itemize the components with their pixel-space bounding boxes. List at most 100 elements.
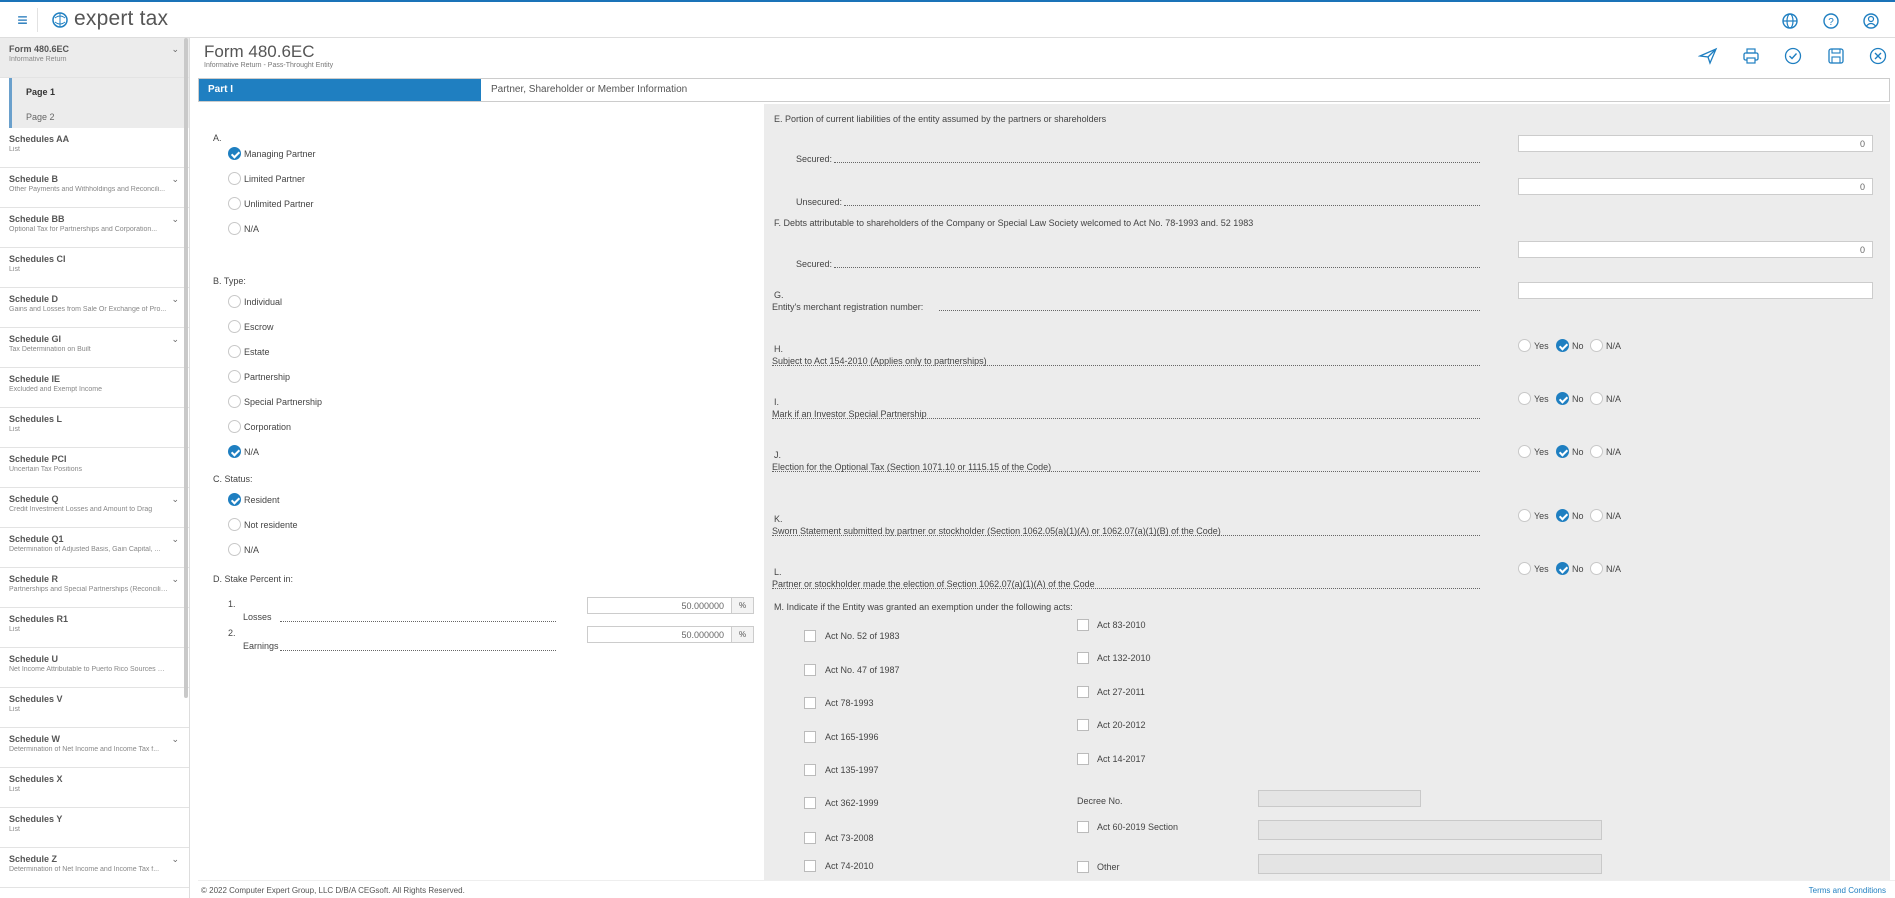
radio-j-yes[interactable] [1518, 445, 1531, 458]
checkbox-act-27-2011[interactable] [1077, 686, 1089, 698]
sidebar-item-schedule-bb[interactable]: Schedule BB Optional Tax for Partnerships… [0, 208, 189, 248]
radio-b-partnership[interactable] [228, 370, 241, 383]
radio-b-corporation[interactable] [228, 420, 241, 433]
radio-a-unlimited-partner[interactable] [228, 197, 241, 210]
checkbox-act-135-1997[interactable] [804, 764, 816, 776]
radio-c-n-a[interactable] [228, 543, 241, 556]
checkbox-act-74-2010[interactable] [804, 860, 816, 872]
sidebar-scrollbar[interactable] [184, 38, 188, 698]
chevron-down-icon[interactable]: ⌄ [171, 334, 179, 345]
sidebar-item-schedule-pci[interactable]: Schedule PCI Uncertain Tax Positions [0, 448, 189, 488]
check-icon[interactable] [1783, 46, 1803, 66]
chevron-down-icon[interactable]: ⌄ [171, 494, 179, 505]
close-icon[interactable] [1868, 46, 1888, 66]
radio-b-n-a[interactable] [228, 445, 241, 458]
sidebar-page-1[interactable]: Page 1 [9, 78, 189, 103]
radio-b-escrow[interactable] [228, 320, 241, 333]
checkbox-act-14-2017[interactable] [1077, 753, 1089, 765]
sidebar-item-schedules-r1[interactable]: Schedules R1 List [0, 608, 189, 648]
radio-i-yes[interactable] [1518, 392, 1531, 405]
radio-i-n-a[interactable] [1590, 392, 1603, 405]
chevron-down-icon[interactable]: ⌄ [171, 734, 179, 745]
checkbox-act-362-1999[interactable] [804, 797, 816, 809]
sidebar-item-schedules-ci[interactable]: Schedules CI List [0, 248, 189, 288]
radio-a-managing-partner[interactable] [228, 147, 241, 160]
radio-h-yes[interactable] [1518, 339, 1531, 352]
checkbox-act-20-2012[interactable] [1077, 719, 1089, 731]
sidebar-item-schedule-q1[interactable]: Schedule Q1 Determination of Adjusted Bas… [0, 528, 189, 568]
terms-link[interactable]: Terms and Conditions [1809, 886, 1886, 895]
checkbox-act-no-52-of-1983[interactable] [804, 630, 816, 642]
sidebar-item-schedule-d[interactable]: Schedule D Gains and Losses from Sale Or … [0, 288, 189, 328]
radio-a-n-a[interactable] [228, 222, 241, 235]
checkbox-act-73-2008[interactable] [804, 832, 816, 844]
chevron-down-icon[interactable]: ⌄ [171, 44, 179, 55]
sidebar-page-2[interactable]: Page 2 [9, 103, 189, 128]
radio-k-yes[interactable] [1518, 509, 1531, 522]
sidebar-item-schedules-aa[interactable]: Schedules AA List [0, 128, 189, 168]
globe-icon[interactable] [1780, 11, 1800, 31]
stake-losses-input[interactable]: 50.000000 [587, 597, 732, 614]
print-icon[interactable] [1741, 46, 1761, 66]
dotted-leader [772, 588, 1480, 589]
e-secured-input[interactable]: 0 [1518, 135, 1873, 152]
radio-a-limited-partner[interactable] [228, 172, 241, 185]
user-icon[interactable] [1861, 11, 1881, 31]
chevron-down-icon[interactable]: ⌄ [171, 574, 179, 585]
checkbox-act-83-2010[interactable] [1077, 619, 1089, 631]
chevron-down-icon[interactable]: ⌄ [171, 854, 179, 865]
checkbox-other[interactable] [1077, 861, 1089, 873]
radio-l-n-a[interactable] [1590, 562, 1603, 575]
chevron-down-icon[interactable]: ⌄ [171, 534, 179, 545]
e-unsecured-input[interactable]: 0 [1518, 178, 1873, 195]
radio-j-n-a[interactable] [1590, 445, 1603, 458]
act60-section-input[interactable] [1258, 820, 1602, 840]
sidebar-item-schedule-w[interactable]: Schedule W Determination of Net Income an… [0, 728, 189, 768]
radio-l-yes[interactable] [1518, 562, 1531, 575]
sidebar-item-schedule-gi[interactable]: Schedule GI Tax Determination on Built ⌄ [0, 328, 189, 368]
radio-k-no[interactable] [1556, 509, 1569, 522]
other-input[interactable] [1258, 854, 1602, 874]
stake-earnings-input[interactable]: 50.000000 [587, 626, 732, 643]
help-icon[interactable]: ? [1821, 11, 1841, 31]
radio-c-not-residente[interactable] [228, 518, 241, 531]
sidebar-item-schedules-v[interactable]: Schedules V List [0, 688, 189, 728]
sidebar-item-schedule-z[interactable]: Schedule Z Determination of Net Income an… [0, 848, 189, 888]
radio-b-special-partnership[interactable] [228, 395, 241, 408]
sidebar-item-schedule-ie[interactable]: Schedule IE Excluded and Exempt Income [0, 368, 189, 408]
sidebar-item-schedule-b[interactable]: Schedule B Other Payments and Withholding… [0, 168, 189, 208]
radio-j-no[interactable] [1556, 445, 1569, 458]
sidebar-item-schedules-x[interactable]: Schedules X List [0, 768, 189, 808]
sidebar-item-schedules-y[interactable]: Schedules Y List [0, 808, 189, 848]
save-icon[interactable] [1826, 46, 1846, 66]
checkbox-act-78-1993[interactable] [804, 697, 816, 709]
decree-number-input[interactable] [1258, 790, 1421, 807]
section-c-label: C. Status: [213, 474, 253, 484]
radio-b-individual[interactable] [228, 295, 241, 308]
sidebar-item-schedule-u[interactable]: Schedule U Net Income Attributable to Pue… [0, 648, 189, 688]
chevron-down-icon[interactable]: ⌄ [171, 294, 179, 305]
radio-h-n-a[interactable] [1590, 339, 1603, 352]
merchant-registration-input[interactable] [1518, 282, 1873, 299]
sidebar-item-schedule-q[interactable]: Schedule Q Credit Investment Losses and A… [0, 488, 189, 528]
send-icon[interactable] [1698, 46, 1718, 66]
radio-h-no[interactable] [1556, 339, 1569, 352]
menu-icon[interactable]: ≡ [8, 8, 38, 32]
radio-c-resident[interactable] [228, 493, 241, 506]
sidebar-item-form[interactable]: Form 480.6EC Informative Return ⌄ [0, 38, 189, 78]
radio-l-no[interactable] [1556, 562, 1569, 575]
tab-part-i[interactable]: Part I [199, 79, 481, 101]
sidebar-item-schedules-l[interactable]: Schedules L List [0, 408, 189, 448]
checkbox-act-165-1996[interactable] [804, 731, 816, 743]
checkbox-act-no-47-of-1987[interactable] [804, 664, 816, 676]
radio-i-no[interactable] [1556, 392, 1569, 405]
checkbox-act-60-2019[interactable] [1077, 821, 1089, 833]
radio-b-estate[interactable] [228, 345, 241, 358]
sidebar-item-schedule-r[interactable]: Schedule R Partnerships and Special Partn… [0, 568, 189, 608]
f-secured-input[interactable]: 0 [1518, 241, 1873, 258]
act-label: Act 165-1996 [825, 732, 879, 742]
checkbox-act-132-2010[interactable] [1077, 652, 1089, 664]
radio-k-n-a[interactable] [1590, 509, 1603, 522]
chevron-down-icon[interactable]: ⌄ [171, 214, 179, 225]
chevron-down-icon[interactable]: ⌄ [171, 174, 179, 185]
